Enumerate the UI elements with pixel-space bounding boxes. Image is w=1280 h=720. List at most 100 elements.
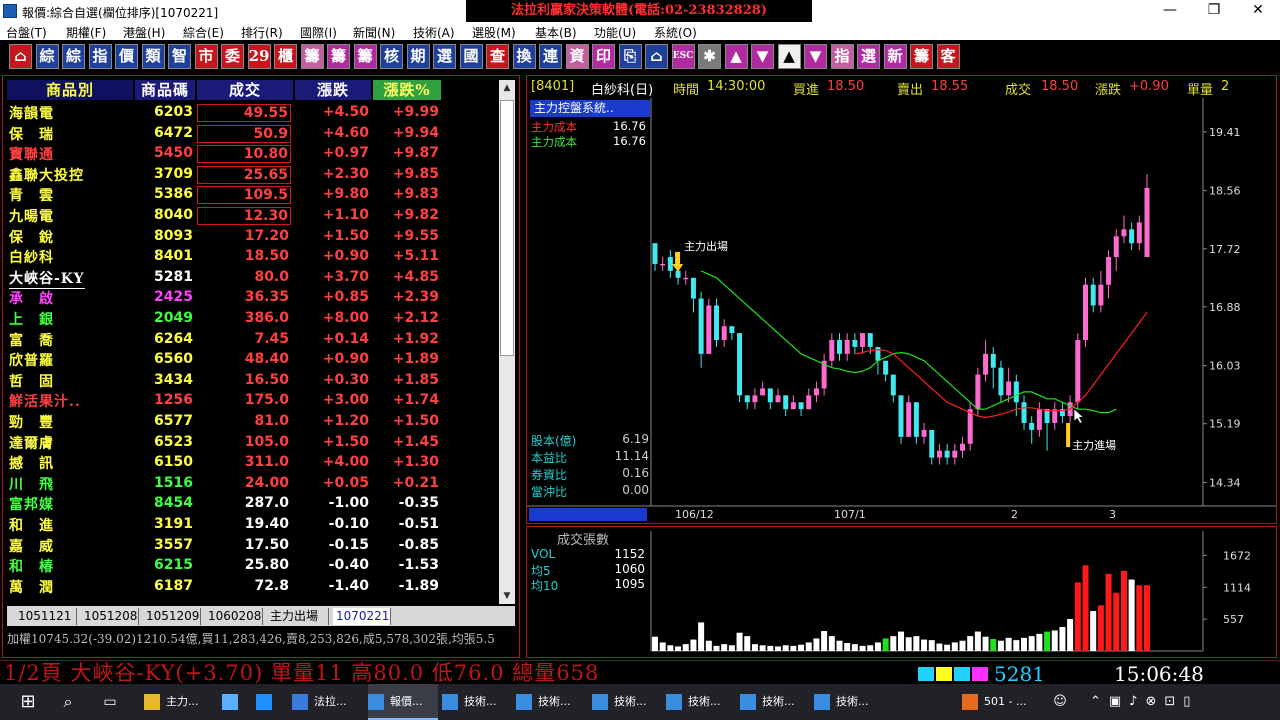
watchlist-tab[interactable]: 1051208 <box>81 608 139 625</box>
toolbar-button[interactable]: ▼ <box>751 44 774 69</box>
quote-row[interactable]: 和 進 3191 19.40 -0.10 -0.51 <box>7 514 497 535</box>
quote-row[interactable]: 撼 訊 6150 311.0 +4.00 +1.30 <box>7 452 497 473</box>
menu-item-ranking[interactable]: 排行(R) <box>241 24 283 41</box>
toolbar-button[interactable]: 連 <box>539 44 562 69</box>
taskbar-app[interactable] <box>222 684 250 720</box>
control-system-box[interactable]: 主力控盤系統.. <box>530 100 650 117</box>
watchlist-tab[interactable]: 主力出場 <box>267 608 329 625</box>
taskbar-app[interactable]: 法拉... <box>292 684 358 720</box>
header-code[interactable]: 商品碼 <box>135 80 195 100</box>
taskbar-app[interactable]: 501 - ... <box>962 684 1036 720</box>
toolbar-button[interactable]: 櫃 <box>274 44 297 69</box>
header-name[interactable]: 商品別 <box>7 80 133 100</box>
task-view-icon[interactable]: ▭ <box>96 684 124 720</box>
toolbar-button[interactable]: 類 <box>141 44 165 69</box>
quote-row[interactable]: 青 雲 5386 109.5 +9.80 +9.83 <box>7 184 497 205</box>
toolbar-button[interactable]: 新 <box>883 44 907 69</box>
header-percent[interactable]: 漲跌% <box>373 80 441 100</box>
toolbar-button[interactable]: ⌂ <box>9 44 32 69</box>
toolbar-button[interactable]: 期 <box>406 44 430 69</box>
toolbar-button[interactable]: 資 <box>565 44 589 69</box>
scroll-up-icon[interactable]: ▲ <box>499 80 515 96</box>
menu-item-futures[interactable]: 期權(F) <box>66 24 106 41</box>
people-icon[interactable]: ☺ <box>1048 684 1072 720</box>
toolbar-button[interactable]: 綜 <box>62 44 85 69</box>
toolbar-button[interactable]: ⌂ <box>645 44 668 69</box>
toolbar-button[interactable]: 籌 <box>300 44 324 69</box>
toolbar-button[interactable]: 綜 <box>35 44 59 69</box>
header-change[interactable]: 漲跌 <box>295 80 371 100</box>
taskbar-app[interactable]: 技術... <box>516 684 586 720</box>
watchlist-tab[interactable]: 1051121 <box>15 608 77 625</box>
toolbar-button[interactable]: 價 <box>115 44 138 69</box>
quote-row[interactable]: 白紗科 8401 18.50 +0.90 +5.11 <box>7 246 497 267</box>
toolbar-button[interactable]: 籌 <box>327 44 350 69</box>
menu-item-fundamental[interactable]: 基本(B) <box>535 24 577 41</box>
taskbar-app[interactable] <box>256 684 284 720</box>
toolbar-button[interactable]: 國 <box>459 44 483 69</box>
toolbar-button[interactable]: 查 <box>486 44 509 69</box>
quote-row[interactable]: 上 銀 2049 386.0 +8.00 +2.12 <box>7 308 497 329</box>
toolbar-button[interactable]: 29 <box>247 44 271 69</box>
taskbar-app[interactable]: 技術... <box>814 684 884 720</box>
quote-row[interactable]: 富邦媒 8454 287.0 -1.00 -0.35 <box>7 493 497 514</box>
menu-item-technical[interactable]: 技術(A) <box>413 24 455 41</box>
toolbar-button[interactable]: 籌 <box>910 44 933 69</box>
scroll-down-icon[interactable]: ▼ <box>499 588 515 604</box>
taskbar-app[interactable]: 技術... <box>740 684 810 720</box>
taskbar-app[interactable]: 技術... <box>592 684 662 720</box>
taskbar-app[interactable]: 主力... <box>144 684 208 720</box>
toolbar-button[interactable]: 指 <box>88 44 112 69</box>
start-button[interactable]: ⊞ <box>8 684 48 720</box>
taskbar-app[interactable]: 技術... <box>666 684 736 720</box>
toolbar-button[interactable]: 委 <box>221 44 244 69</box>
quote-row[interactable]: 達爾膚 6523 105.0 +1.50 +1.45 <box>7 432 497 453</box>
quote-row[interactable]: 富 喬 6264 7.45 +0.14 +1.92 <box>7 329 497 350</box>
quote-row[interactable]: 哲 固 3434 16.50 +0.30 +1.85 <box>7 370 497 391</box>
menu-item-taipan[interactable]: 台盤(T) <box>6 24 47 41</box>
menu-item-function[interactable]: 功能(U) <box>594 24 636 41</box>
taskbar-app[interactable]: 技術... <box>442 684 512 720</box>
toolbar-button[interactable]: ✱ <box>698 44 721 69</box>
quote-row[interactable]: 寶聯通 5450 10.80 +0.97 +9.87 <box>7 143 497 164</box>
watchlist-tab[interactable]: 1070221 <box>333 608 391 625</box>
toolbar-button[interactable]: ▲ <box>777 44 801 69</box>
toolbar-button[interactable]: 指 <box>830 44 854 69</box>
quote-row[interactable]: 海韻電 6203 49.55 +4.50 +9.99 <box>7 102 497 123</box>
quote-row[interactable]: 保 銳 8093 17.20 +1.50 +9.55 <box>7 226 497 247</box>
toolbar-button[interactable]: ESC <box>671 44 695 69</box>
toolbar-button[interactable]: 市 <box>194 44 218 69</box>
toolbar-button[interactable]: 換 <box>512 44 536 69</box>
quote-row[interactable]: 萬 潤 6187 72.8 -1.40 -1.89 <box>7 576 497 597</box>
toolbar-button[interactable]: ⎘ <box>618 44 642 69</box>
quote-row[interactable]: 九暘電 8040 12.30 +1.10 +9.82 <box>7 205 497 226</box>
quote-row[interactable]: 鑫聯大投控 3709 25.65 +2.30 +9.85 <box>7 164 497 185</box>
toolbar-button[interactable]: 籌 <box>353 44 377 69</box>
watchlist-tab[interactable]: 1060208 <box>205 608 263 625</box>
taskbar-app[interactable]: 報價... <box>368 684 438 720</box>
watchlist-tab[interactable]: 1051209 <box>143 608 201 625</box>
toolbar-button[interactable]: 客 <box>936 44 960 69</box>
quote-row[interactable]: 承 啟 2425 36.35 +0.85 +2.39 <box>7 287 497 308</box>
toolbar-button[interactable]: 選 <box>433 44 456 69</box>
scrollbar[interactable]: ▲ ▼ <box>499 80 515 604</box>
quote-row[interactable]: 川 飛 1516 24.00 +0.05 +0.21 <box>7 473 497 494</box>
quote-row[interactable]: 和 椿 6215 25.80 -0.40 -1.53 <box>7 555 497 576</box>
menu-item-composite[interactable]: 綜合(E) <box>183 24 224 41</box>
menu-item-international[interactable]: 國際(I) <box>300 24 337 41</box>
maximize-button[interactable]: ❐ <box>1192 0 1236 22</box>
quote-row[interactable]: 嘉 威 3557 17.50 -0.15 -0.85 <box>7 535 497 556</box>
toolbar-button[interactable]: 印 <box>592 44 615 69</box>
quote-row[interactable]: 欣普羅 6560 48.40 +0.90 +1.89 <box>7 349 497 370</box>
quote-row[interactable]: 保 瑞 6472 50.9 +4.60 +9.94 <box>7 123 497 144</box>
toolbar-button[interactable]: 核 <box>380 44 403 69</box>
quote-row[interactable]: 鮮活果汁.. 1256 175.0 +3.00 +1.74 <box>7 390 497 411</box>
system-tray[interactable]: ⌃▣♪⊗⊡▯ <box>1090 684 1280 720</box>
toolbar-button[interactable]: 選 <box>857 44 880 69</box>
menu-item-hk[interactable]: 港盤(H) <box>123 24 165 41</box>
minimize-button[interactable]: — <box>1148 0 1192 22</box>
menu-item-system[interactable]: 系統(O) <box>654 24 697 41</box>
menu-item-screening[interactable]: 選股(M) <box>472 24 516 41</box>
search-icon[interactable]: ⌕ <box>54 684 82 720</box>
scroll-thumb[interactable] <box>500 100 514 356</box>
